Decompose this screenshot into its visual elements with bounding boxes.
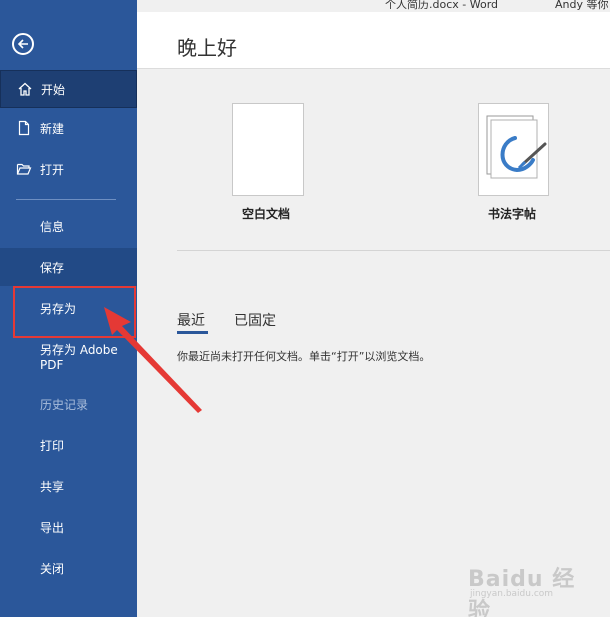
watermark-url: jingyan.baidu.com [470,589,554,599]
word-backstage-window: 个人简历.docx - Word Andy 等你 开始 新建 打开 信息 保存 … [0,0,610,617]
watermark: Baidu 经验 jingyan.baidu.com [468,553,578,617]
annotation-arrow [104,307,202,413]
